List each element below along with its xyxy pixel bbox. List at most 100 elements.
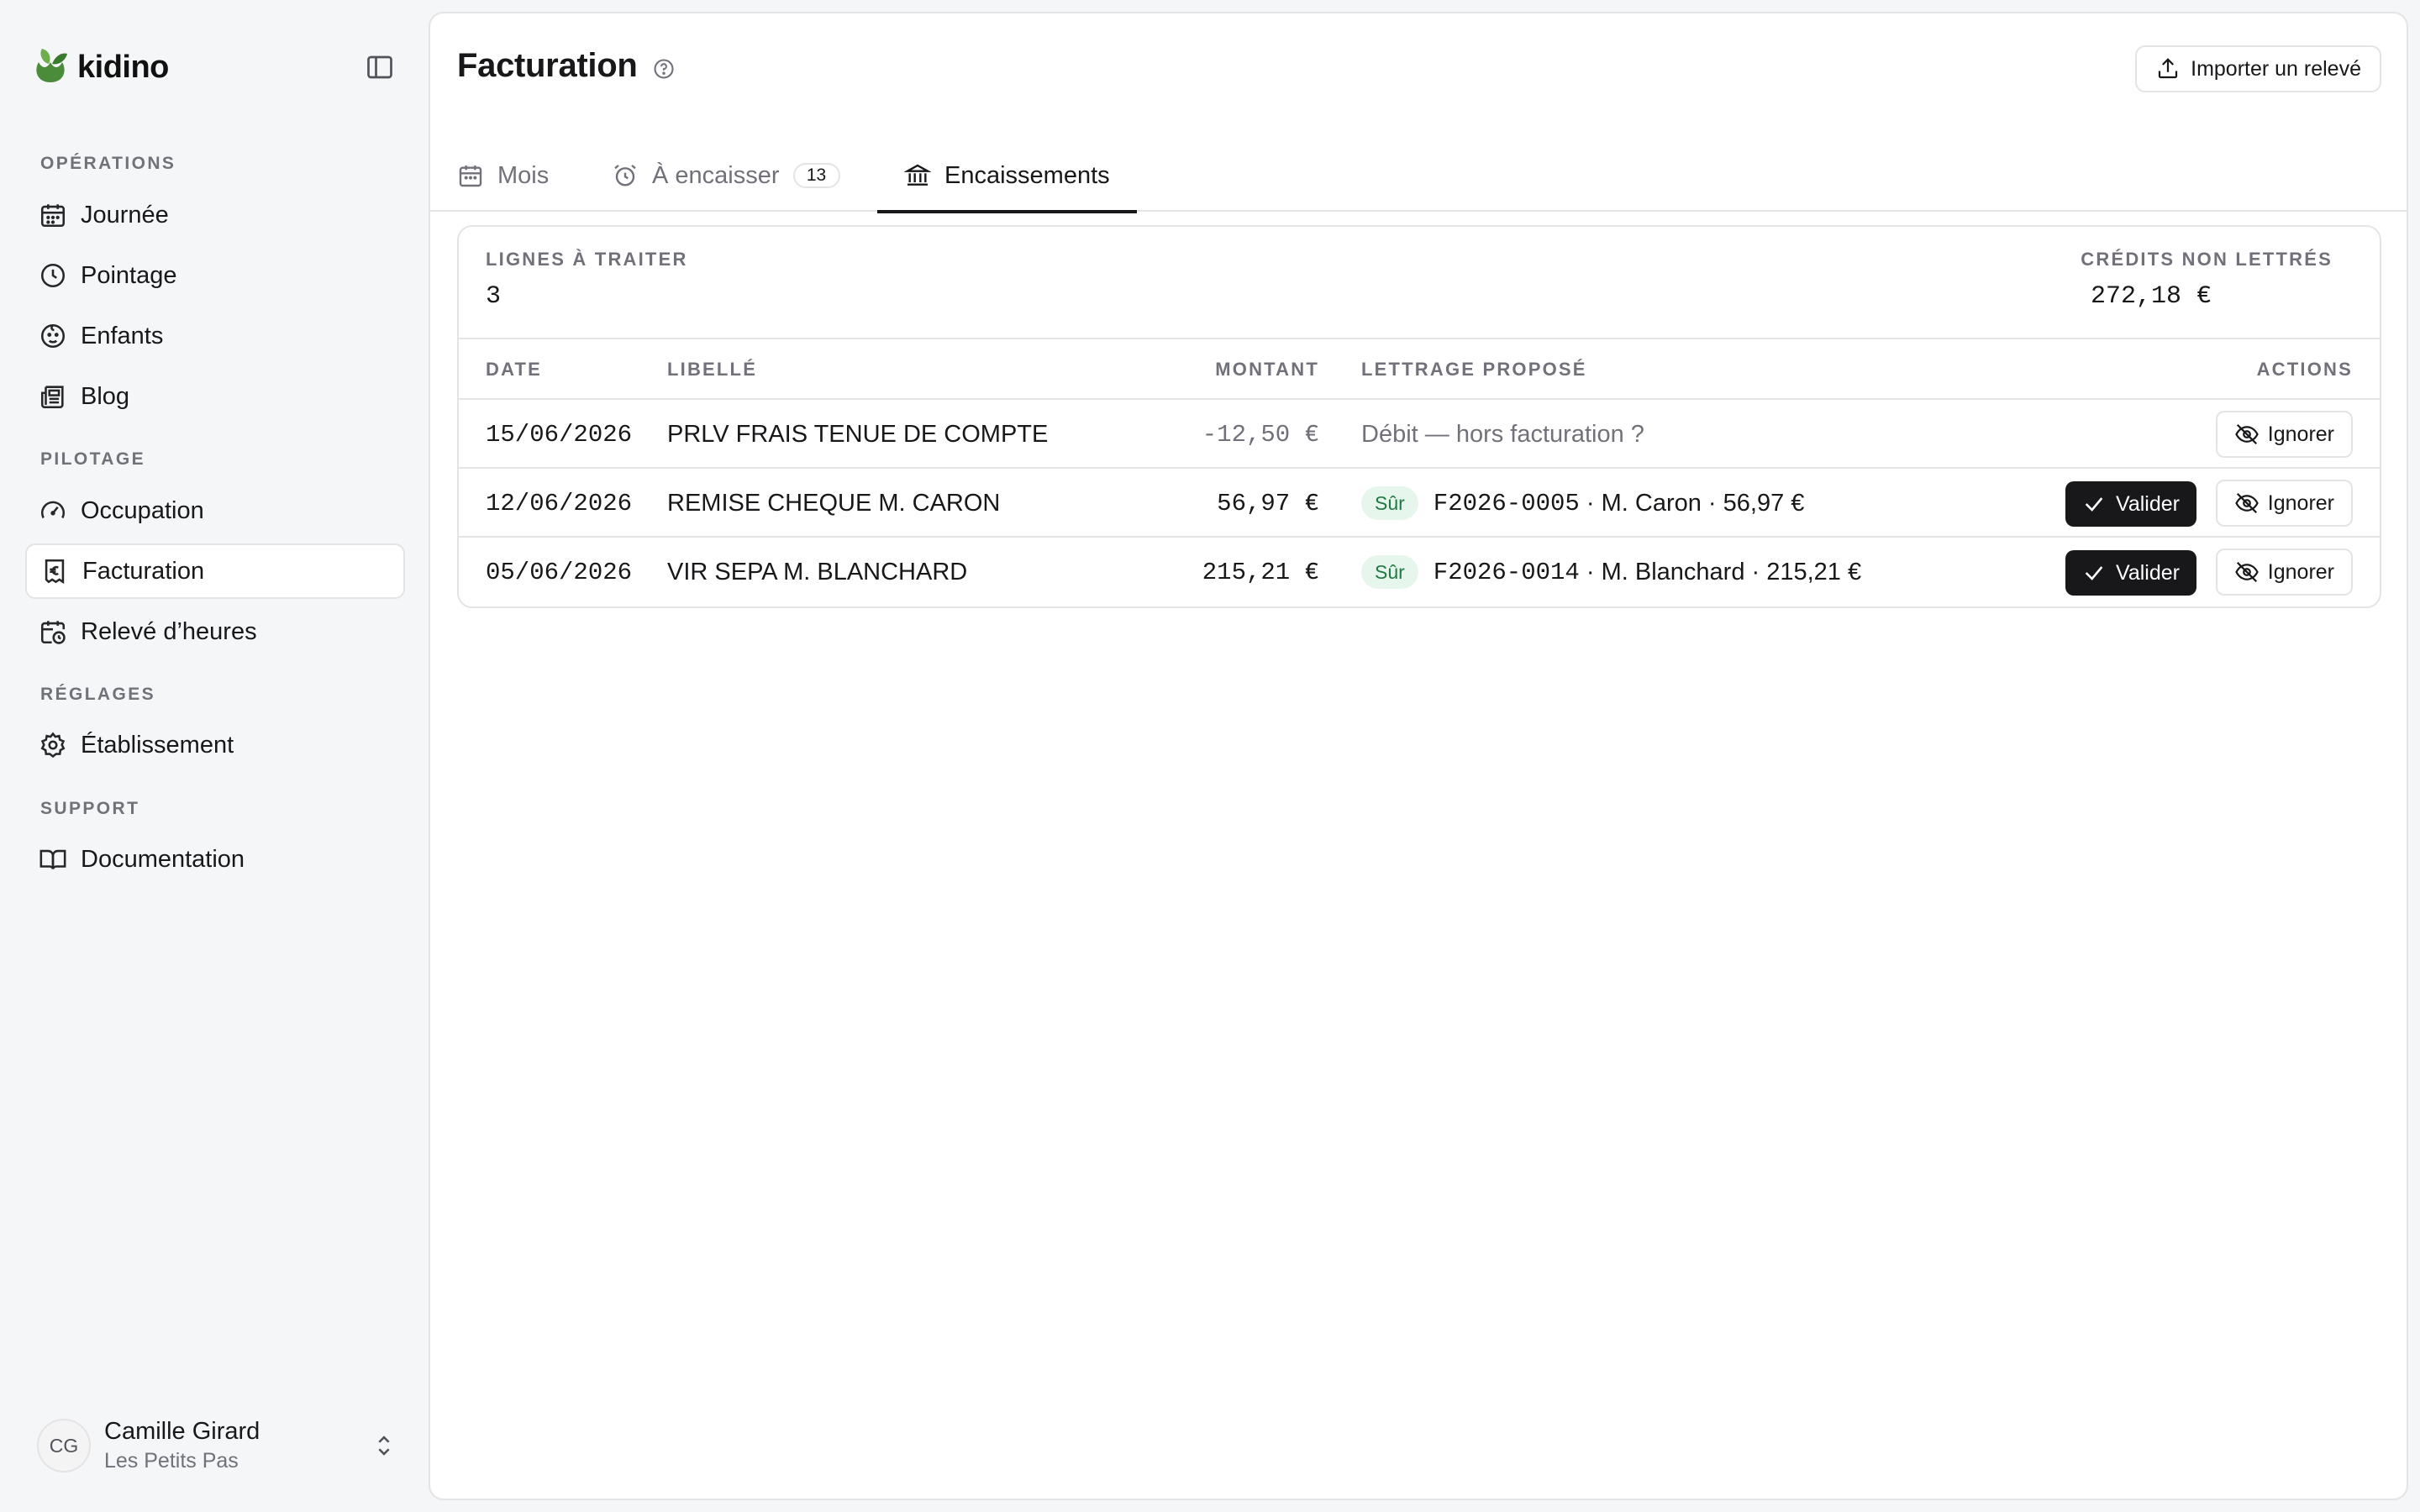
user-organization: Les Petits Pas xyxy=(104,1449,239,1473)
row-label: VIR SEPA M. BLANCHARD xyxy=(667,558,968,585)
table-header: DATE LIBELLÉ MONTANT LETTRAGE PROPOSÉ AC… xyxy=(459,338,2380,400)
upload-icon xyxy=(2159,58,2178,79)
ignore-label: Ignorer xyxy=(2267,422,2334,446)
confidence-badge: Sûr xyxy=(1361,486,1418,520)
unmatched-credits-value: 272,18 € xyxy=(2091,282,2212,311)
calendar-icon xyxy=(459,165,482,187)
validate-button[interactable]: Valider xyxy=(2065,481,2196,527)
row-match-suggestion: Débit — hors facturation ? xyxy=(1361,420,1644,448)
match-details: · M. Caron · 56,97 € xyxy=(1579,489,1805,517)
table-row: 12/06/2026 REMISE CHEQUE M. CARON 56,97 … xyxy=(459,469,2380,538)
check-icon xyxy=(2085,497,2103,512)
import-statement-label: Importer un relevé xyxy=(2191,56,2361,81)
sidebar-item-facturation[interactable]: Facturation xyxy=(25,543,405,599)
book-icon xyxy=(39,849,66,869)
row-amount: 56,97 € xyxy=(1217,489,1319,517)
sidebar-item-label: Documentation xyxy=(81,845,245,873)
calendar-icon xyxy=(40,204,66,228)
gear-icon xyxy=(40,732,66,759)
ignore-button[interactable]: Ignorer xyxy=(2215,480,2353,527)
invoice-reference: F2026-0014 xyxy=(1433,558,1580,586)
sidebar-item-blog[interactable]: Blog xyxy=(25,369,405,424)
tab-bar: Mois À encaisser 13 Encaissements xyxy=(430,139,2407,213)
validate-label: Valider xyxy=(2116,560,2180,585)
ignore-label: Ignorer xyxy=(2267,491,2334,515)
brand-name: kidino xyxy=(77,49,169,85)
clock-icon xyxy=(40,263,66,288)
sidebar-item-label: Occupation xyxy=(81,496,204,524)
sidebar-item-documentation[interactable]: Documentation xyxy=(25,832,405,887)
unmatched-credits-label: CRÉDITS NON LETTRÉS xyxy=(2081,249,2333,270)
bank-reconciliation-card: LIGNES À TRAITER 3 CRÉDITS NON LETTRÉS 2… xyxy=(457,225,2381,608)
sidebar: kidino OPÉRATIONS Journée Pointage Enfan… xyxy=(0,0,429,1512)
sidebar-item-label: Relevé d’heures xyxy=(81,617,257,645)
row-label: PRLV FRAIS TENUE DE COMPTE xyxy=(667,420,1049,448)
sidebar-item-label: Enfants xyxy=(81,322,164,349)
user-name: Camille Girard xyxy=(104,1418,260,1445)
row-date: 15/06/2026 xyxy=(486,420,633,449)
tab-encaissements[interactable]: Encaissements xyxy=(877,139,1137,213)
table-row: 05/06/2026 VIR SEPA M. BLANCHARD 215,21 … xyxy=(459,538,2380,606)
child-face-icon xyxy=(40,323,66,349)
pending-lines-value: 3 xyxy=(486,282,502,311)
column-header-label: LIBELLÉ xyxy=(667,359,758,380)
brand[interactable]: kidino xyxy=(30,45,169,89)
user-menu[interactable]: CG Camille Girard Les Petits Pas xyxy=(37,1418,398,1473)
sidebar-item-releve-heures[interactable]: Relevé d’heures xyxy=(25,604,405,659)
sidebar-item-label: Pointage xyxy=(81,261,177,289)
row-match-suggestion: Sûr F2026-0005 · M. Caron · 56,97 € xyxy=(1361,469,1804,538)
calendar-clock-icon xyxy=(40,621,66,644)
column-header-actions: ACTIONS xyxy=(2256,359,2353,380)
eye-off-icon xyxy=(2235,492,2259,514)
sidebar-item-etablissement[interactable]: Établissement xyxy=(25,717,405,773)
table-row: 15/06/2026 PRLV FRAIS TENUE DE COMPTE -1… xyxy=(459,400,2380,469)
sidebar-item-journee[interactable]: Journée xyxy=(25,187,405,243)
row-date: 05/06/2026 xyxy=(486,558,633,586)
sidebar-item-label: Établissement xyxy=(81,731,234,759)
ignore-button[interactable]: Ignorer xyxy=(2215,411,2353,458)
sidebar-item-label: Facturation xyxy=(82,557,205,585)
ignore-label: Ignorer xyxy=(2267,559,2334,584)
help-icon[interactable] xyxy=(652,57,676,81)
main-panel: Facturation Importer un relevé Mois À en… xyxy=(429,12,2408,1500)
row-match-suggestion: Sûr F2026-0014 · M. Blanchard · 215,21 € xyxy=(1361,538,1861,606)
gauge-icon xyxy=(40,501,66,519)
newspaper-icon xyxy=(40,386,64,409)
section-label-pilotage: PILOTAGE xyxy=(40,449,145,469)
section-label-operations: OPÉRATIONS xyxy=(40,154,176,173)
page-title: Facturation xyxy=(457,47,638,84)
match-details: · M. Blanchard · 215,21 € xyxy=(1579,558,1862,585)
column-header-amount: MONTANT xyxy=(1215,359,1319,380)
invoice-euro-icon xyxy=(45,559,65,585)
row-label: REMISE CHEQUE M. CARON xyxy=(667,489,1001,517)
alarm-clock-icon xyxy=(614,165,636,186)
sidebar-item-label: Blog xyxy=(81,382,130,410)
validate-button[interactable]: Valider xyxy=(2065,550,2196,596)
row-amount: 215,21 € xyxy=(1202,558,1319,586)
bank-icon xyxy=(904,164,931,186)
eye-off-icon xyxy=(2235,423,2259,445)
sidebar-item-label: Journée xyxy=(81,201,169,228)
ignore-button[interactable]: Ignorer xyxy=(2215,549,2353,596)
confidence-badge: Sûr xyxy=(1361,555,1418,589)
sidebar-toggle-icon[interactable] xyxy=(363,52,397,82)
avatar: CG xyxy=(37,1419,91,1473)
chevron-up-down-icon xyxy=(378,1436,390,1456)
tab-a-encaisser[interactable]: À encaisser 13 xyxy=(612,139,840,212)
tab-label: Encaissements xyxy=(944,161,1110,189)
sidebar-item-enfants[interactable]: Enfants xyxy=(25,308,405,364)
tab-label: Mois xyxy=(497,161,550,189)
kidino-logo-icon xyxy=(36,49,67,82)
import-statement-button[interactable]: Importer un relevé xyxy=(2135,45,2381,92)
sidebar-item-occupation[interactable]: Occupation xyxy=(25,483,405,538)
invoice-reference: F2026-0005 xyxy=(1433,489,1580,517)
check-icon xyxy=(2085,566,2103,580)
count-badge: 13 xyxy=(792,163,840,188)
column-header-match: LETTRAGE PROPOSÉ xyxy=(1361,359,1587,380)
sidebar-item-pointage[interactable]: Pointage xyxy=(25,248,405,303)
section-label-reglages: RÉGLAGES xyxy=(40,685,156,704)
section-label-support: SUPPORT xyxy=(40,799,140,818)
tab-mois[interactable]: Mois xyxy=(457,139,549,212)
pending-lines-label: LIGNES À TRAITER xyxy=(486,249,688,270)
column-header-date: DATE xyxy=(486,359,543,380)
